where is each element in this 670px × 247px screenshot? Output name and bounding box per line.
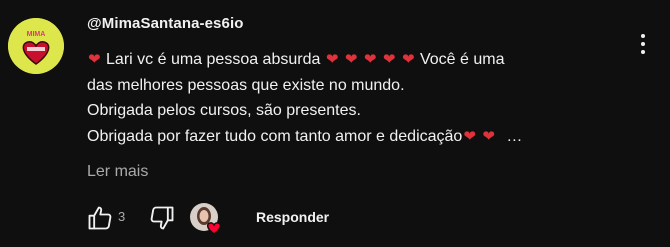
reply-button[interactable]: Responder — [256, 209, 329, 225]
comment-line-2: das melhores pessoas que existe no mundo… — [87, 76, 405, 94]
comment-author[interactable]: @MimaSantana-es6io — [87, 15, 243, 32]
comment-line-3: Obrigada pelos cursos, são presentes. — [87, 102, 361, 119]
more-options-menu-icon[interactable] — [635, 32, 651, 56]
heart-icon — [206, 222, 222, 235]
comment-text: ❤ Lari vc é uma pessoa absurda ❤ ❤ ❤ ❤ ❤… — [87, 47, 627, 149]
heart-emoji-icon: ❤ — [401, 51, 415, 68]
comment-line-4: Obrigada por fazer tudo com tanto amor e… — [87, 124, 627, 150]
heart-emoji-icon: ❤ — [382, 51, 396, 68]
avatar-logo-text: MIMA — [27, 31, 46, 38]
comment-line-1-end: Você é uma — [419, 51, 505, 68]
like-button[interactable] — [86, 204, 114, 232]
comment-line-1-start: Lari vc é uma pessoa absurda — [106, 51, 321, 68]
read-more-link[interactable]: Ler mais — [87, 163, 148, 181]
heart-emoji-icon: ❤ — [344, 51, 358, 68]
heart-emoji-icon: ❤ — [482, 127, 495, 145]
author-avatar[interactable]: MIMA — [8, 18, 64, 74]
heart-emoji-icon: ❤ — [463, 127, 476, 145]
heart-emoji-icon: ❤ — [363, 51, 377, 68]
truncation-ellipsis: … — [506, 127, 523, 145]
comment-actions: 3 Responder — [84, 200, 484, 236]
dislike-button[interactable] — [148, 204, 176, 232]
heart-emoji-icon: ❤ — [325, 51, 339, 68]
heart-emoji-icon: ❤ — [88, 51, 101, 68]
thumbs-up-icon — [88, 206, 112, 230]
like-count: 3 — [118, 209, 126, 224]
thumbs-down-icon — [150, 206, 174, 230]
comment-line-1: ❤ Lari vc é uma pessoa absurda ❤ ❤ ❤ ❤ ❤… — [87, 47, 627, 73]
comment-line-4-text: Obrigada por fazer tudo com tanto amor e… — [87, 127, 463, 145]
creator-heart-badge — [189, 202, 222, 235]
